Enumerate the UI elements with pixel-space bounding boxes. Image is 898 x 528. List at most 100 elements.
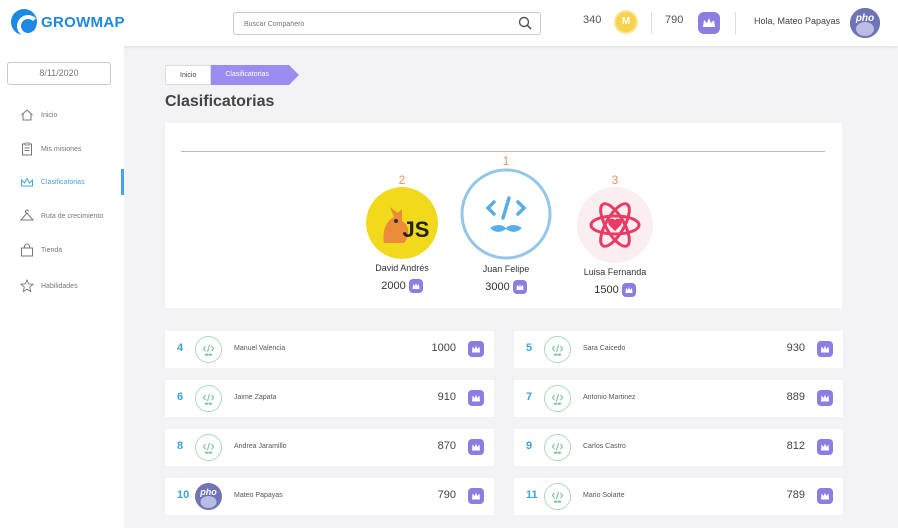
date-picker[interactable]: 8/11/2020 (7, 62, 111, 85)
code-avatar-icon (195, 336, 222, 363)
podium-rank: 1 (502, 154, 510, 168)
sidebar-item-tienda[interactable]: Tienda (0, 237, 124, 263)
clipboard-icon (22, 142, 32, 156)
podium-first-place[interactable]: 1 Juan Felipe 3000 (459, 154, 553, 294)
code-avatar-icon (195, 434, 222, 461)
crown-icon (621, 283, 636, 297)
sidebar-item-inicio[interactable]: Inicio (0, 102, 124, 128)
podium-panel: 2 JS David Andrés 2000 1 Juan Felipe 300… (165, 123, 842, 308)
podium-name: Juan Felipe (482, 264, 530, 274)
code-avatar-icon (544, 336, 571, 363)
sidebar-item-label: Mis misiones (41, 145, 82, 153)
coin-icon: M (614, 10, 638, 34)
hanger-icon (20, 209, 34, 221)
ranking-position: 11 (526, 489, 538, 501)
sidebar-item-clasificatorias[interactable]: Clasificatorias (0, 169, 124, 195)
ranking-points: 812 (786, 440, 805, 452)
divider (735, 12, 736, 34)
ranking-row[interactable]: 4 Manuel Valencia 1000 (165, 331, 494, 368)
crown-icon (698, 12, 720, 34)
ranking-name: Jaime Zapata (234, 394, 277, 401)
home-icon (21, 109, 33, 121)
top-header: GROWMAP 340 M 790 Hola, Mateo Papayas ph… (0, 0, 898, 46)
podium-second-place[interactable]: 2 JS David Andrés 2000 (363, 173, 441, 293)
ranking-name: Manuel Valencia (234, 345, 286, 352)
podium-points: 3000 (459, 280, 553, 294)
podium-rank: 3 (611, 173, 619, 187)
ranking-points: 790 (437, 489, 456, 501)
ranking-row[interactable]: 9 Carlos Castro 812 (514, 429, 843, 466)
app-name: GROWMAP (41, 13, 125, 31)
ranking-name: Sara Caicedo (583, 345, 626, 352)
podium-rank: 2 (398, 173, 406, 187)
podium-points-value: 1500 (594, 284, 619, 296)
ranking-position: 10 (177, 489, 190, 501)
ranking-row[interactable]: 11 Mario Solarte 789 (514, 478, 843, 515)
crown-icon (21, 177, 33, 187)
code-avatar-icon (195, 385, 222, 412)
sidebar: 8/11/2020 Inicio Mis misiones Clasificat… (0, 46, 124, 528)
ranking-row[interactable]: 5 Sara Caicedo 930 (514, 331, 843, 368)
breadcrumb: Inicio Clasificatorias (165, 65, 299, 85)
ranking-position: 5 (526, 342, 533, 354)
code-avatar-icon (544, 483, 571, 510)
sidebar-item-ruta-de-crecimiento[interactable]: Ruta de crecimiento (0, 203, 124, 229)
ranking-name: Mateo Papayas (234, 492, 283, 499)
search-icon[interactable] (518, 16, 532, 30)
ranking-row[interactable]: 6 Jaime Zapata 910 (165, 380, 494, 417)
ranking-name: Carlos Castro (583, 443, 626, 450)
page-title: Clasificatorias (165, 93, 275, 110)
crown-icon (408, 279, 423, 293)
podium-name: Luisa Fernanda (583, 267, 647, 277)
bag-icon (21, 243, 33, 257)
ranking-row[interactable]: 10 pho Mateo Papayas 790 (165, 478, 494, 515)
crown-icon (468, 341, 484, 357)
user-avatar: pho (195, 483, 222, 510)
user-avatar[interactable]: pho (850, 8, 880, 38)
logo[interactable]: GROWMAP (11, 9, 125, 37)
code-avatar-icon (544, 434, 571, 461)
podium-points: 2000 (363, 279, 441, 293)
search-input[interactable] (234, 14, 494, 35)
ranking-points: 910 (437, 391, 456, 403)
breadcrumb-current: Clasificatorias (211, 65, 299, 85)
code-avatar-icon (544, 385, 571, 412)
breadcrumb-home[interactable]: Inicio (165, 65, 212, 85)
ranking-name: Mario Solarte (583, 492, 625, 499)
sidebar-item-label: Ruta de crecimiento (41, 212, 104, 220)
crown-icon (817, 390, 833, 406)
star-icon (20, 279, 34, 293)
ranking-points: 889 (786, 391, 805, 403)
javascript-avatar-icon: JS (366, 187, 438, 259)
ranking-name: Antonio Martinez (583, 394, 636, 401)
coin-count: 340 (583, 14, 602, 26)
avatar-text: pho (199, 487, 217, 497)
crown-icon (817, 341, 833, 357)
ranking-points: 789 (786, 489, 805, 501)
ranking-position: 9 (526, 440, 533, 452)
ranking-points: 930 (786, 342, 805, 354)
ranking-position: 7 (526, 391, 533, 403)
react-avatar-icon (577, 187, 653, 263)
sidebar-item-habilidades[interactable]: Habilidades (0, 273, 124, 299)
crown-count: 790 (665, 14, 684, 26)
ranking-position: 8 (177, 440, 184, 452)
podium-points-value: 2000 (381, 280, 406, 292)
logo-mark-icon (11, 9, 39, 37)
sidebar-item-label: Habilidades (41, 282, 78, 290)
crown-icon (817, 488, 833, 504)
ranking-row[interactable]: 7 Antonio Martinez 889 (514, 380, 843, 417)
ranking-points: 870 (437, 440, 456, 452)
sidebar-item-label: Clasificatorias (41, 178, 85, 186)
sidebar-item-mis-misiones[interactable]: Mis misiones (0, 136, 124, 162)
crown-icon (468, 439, 484, 455)
javascript-avatar-text: JS (403, 217, 430, 242)
ranking-position: 6 (177, 391, 184, 403)
ranking-points: 1000 (431, 342, 456, 354)
crown-icon (817, 439, 833, 455)
user-greeting: Hola, Mateo Papayas (754, 16, 841, 26)
podium-points-value: 3000 (485, 281, 510, 293)
ranking-row[interactable]: 8 Andrea Jaramillo 870 (165, 429, 494, 466)
podium-third-place[interactable]: 3 Luisa Fernanda 1500 (570, 173, 660, 297)
crown-icon (512, 280, 527, 294)
